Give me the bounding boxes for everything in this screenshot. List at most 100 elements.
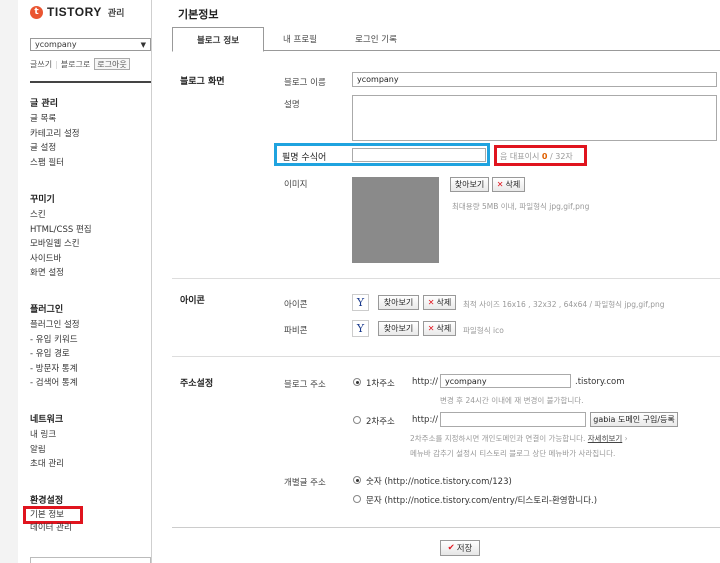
icon-label: 아이콘 xyxy=(284,300,308,310)
menu-item-plugin-settings[interactable]: 플러그인 설정 xyxy=(30,318,80,333)
secondary-address-radio[interactable] xyxy=(353,416,361,424)
menu-title: 플러그인 xyxy=(30,305,64,315)
domain-suffix: .tistory.com xyxy=(575,377,625,387)
menu-item-screen-settings[interactable]: 화면 설정 xyxy=(30,266,92,281)
menu-item-skin[interactable]: 스킨 xyxy=(30,208,92,223)
quick-links: 글쓰기 | 블로그로 로그아웃 xyxy=(30,58,130,70)
blog-image-preview xyxy=(352,177,439,263)
menu-item-inflow-paths[interactable]: - 유입 경로 xyxy=(30,347,80,362)
menu-item-sidebar[interactable]: 사이드바 xyxy=(30,252,92,267)
favicon-delete-button[interactable]: ✕ 삭제 xyxy=(423,321,456,336)
chevron-down-icon: ▼ xyxy=(140,40,146,49)
post-number-radio[interactable] xyxy=(353,476,361,484)
section-divider xyxy=(172,356,720,357)
blog-address-label: 블로그 주소 xyxy=(284,380,326,390)
sidebar-gutter xyxy=(0,0,18,563)
gabia-domain-button[interactable]: gabia 도메인 구입/등록 xyxy=(590,412,678,427)
save-button[interactable]: ✔ 저장 xyxy=(440,540,480,556)
close-icon: ✕ xyxy=(427,298,435,307)
logo-subtitle: 관리 xyxy=(107,8,125,19)
logout-button[interactable]: 로그아웃 xyxy=(94,58,130,70)
menu-item-html-css[interactable]: HTML/CSS 편집 xyxy=(30,223,92,238)
nickname-label: 필명 수식어 xyxy=(282,153,327,163)
close-icon: ✕ xyxy=(427,324,435,333)
http-prefix: http:// xyxy=(412,377,439,387)
favicon-hint: 파일형식 ico xyxy=(463,326,504,335)
post-address-label: 개별글 주소 xyxy=(284,478,326,488)
primary-address-hint: 변경 후 24시간 이내에 재 변경이 불가합니다. xyxy=(440,396,584,405)
close-icon: ✕ xyxy=(496,180,504,189)
primary-address-input[interactable]: ycompany xyxy=(440,374,571,388)
menu-item-basic-info[interactable]: 기본 정보 xyxy=(23,506,83,524)
description-label: 설명 xyxy=(284,100,300,110)
menu-item-spam-filter[interactable]: 스팸 필터 xyxy=(30,156,80,171)
blog-name-input[interactable]: ycompany xyxy=(352,72,717,87)
delete-label: 삭제 xyxy=(505,180,521,189)
menu-item-invites[interactable]: 초대 관리 xyxy=(30,457,64,472)
menu-item-inflow-keywords[interactable]: - 유입 키워드 xyxy=(30,333,80,348)
favicon-find-button[interactable]: 찾아보기 xyxy=(378,321,419,336)
nickname-char-counter: 음 대표이시 0 / 32자 xyxy=(500,151,573,162)
write-link[interactable]: 글쓰기 xyxy=(30,59,52,70)
secondary-address-label: 2차주소 xyxy=(366,417,395,427)
menu-group-network: 네트워크 내 링크 알림 초대 관리 xyxy=(30,412,64,472)
go-to-blog-link[interactable]: 블로그로 xyxy=(61,59,90,70)
section-blog-screen: 블로그 화면 xyxy=(180,77,225,87)
menu-item-category[interactable]: 카테고리 설정 xyxy=(30,127,80,142)
menu-title: 글 관리 xyxy=(30,99,58,109)
page-title: 기본정보 xyxy=(178,8,219,21)
menu-title: 환경설정 xyxy=(30,496,64,506)
image-find-button[interactable]: 찾아보기 xyxy=(450,177,489,192)
menu-title: 네트워크 xyxy=(30,415,64,425)
icon-find-button[interactable]: 찾아보기 xyxy=(378,295,419,310)
tistory-logo-icon: t xyxy=(30,5,43,19)
menu-group-posts: 글 관리 글 목록 카테고리 설정 글 설정 스팸 필터 xyxy=(30,96,80,170)
check-icon: ✔ xyxy=(447,543,455,553)
counter-suffix: / 32자 xyxy=(547,152,573,161)
secondary-address-input[interactable] xyxy=(440,412,586,427)
blog-name-label: 블로그 이름 xyxy=(284,78,326,88)
blog-select[interactable]: ycompany ▼ xyxy=(30,38,151,51)
menu-item-post-list[interactable]: 글 목록 xyxy=(30,112,80,127)
menu-item-my-links[interactable]: 내 링크 xyxy=(30,428,64,443)
post-text-radio[interactable] xyxy=(353,495,361,503)
save-label: 저장 xyxy=(456,544,473,554)
secondary-address-hint: 2차주소를 지정하시면 개인도메인과 연결이 가능합니다. 자세히보기 › xyxy=(410,434,628,443)
details-link[interactable]: 자세히보기 xyxy=(588,434,623,443)
image-label: 이미지 xyxy=(284,180,308,190)
icon-delete-button[interactable]: ✕ 삭제 xyxy=(423,295,456,310)
sidebar: t TISTORY 관리 ycompany ▼ 글쓰기 | 블로그로 로그아웃 … xyxy=(18,0,152,563)
menu-item-data-management[interactable]: 데이터 관리 xyxy=(30,521,80,536)
favicon-preview: Y xyxy=(352,320,369,337)
blog-select-value: ycompany xyxy=(35,40,77,49)
form-bottom-divider xyxy=(172,527,720,528)
menu-item-post-settings[interactable]: 글 설정 xyxy=(30,141,80,156)
sidebar-bottom-box xyxy=(30,557,151,563)
section-icon: 아이콘 xyxy=(180,296,205,306)
http-prefix: http:// xyxy=(412,415,439,425)
menu-item-visitor-stats[interactable]: - 방문자 통계 xyxy=(30,362,80,377)
menubar-hint: 메뉴바 감추기 설정시 티스토리 블로그 상단 메뉴바가 사라집니다. xyxy=(410,449,616,458)
image-delete-button[interactable]: ✕ 삭제 xyxy=(492,177,525,192)
tab-blog-info[interactable]: 블로그 정보 xyxy=(172,27,264,52)
description-textarea[interactable] xyxy=(352,95,717,141)
menu-title: 꾸미기 xyxy=(30,195,55,205)
post-text-option: 문자 (http://notice.tistory.com/entry/티스토리… xyxy=(366,496,598,506)
counter-prefix: 음 대표이시 xyxy=(500,152,540,161)
menu-item-mobile-skin[interactable]: 모바일웹 스킨 xyxy=(30,237,92,252)
menu-group-decorate: 꾸미기 스킨 HTML/CSS 편집 모바일웹 스킨 사이드바 화면 설정 xyxy=(30,192,92,281)
primary-address-radio[interactable] xyxy=(353,378,361,386)
image-hint: 최대용량 5MB 이내, 파일형식 jpg,gif,png xyxy=(452,202,590,211)
favicon-label: 파비콘 xyxy=(284,326,308,336)
blog-icon-preview: Y xyxy=(352,294,369,311)
tistory-logo[interactable]: t TISTORY 관리 xyxy=(30,5,124,19)
nickname-input[interactable] xyxy=(352,148,486,162)
icon-hint: 최적 사이즈 16x16 , 32x32 , 64x64 / 파일형식 jpg,… xyxy=(463,300,665,309)
tab-my-profile[interactable]: 내 프로필 xyxy=(264,27,336,51)
primary-address-label: 1차주소 xyxy=(366,379,395,389)
tab-login-history[interactable]: 로그인 기록 xyxy=(336,27,416,51)
menu-item-search-stats[interactable]: - 검색어 통계 xyxy=(30,376,80,391)
admin-page: t TISTORY 관리 ycompany ▼ 글쓰기 | 블로그로 로그아웃 … xyxy=(0,0,720,563)
menu-item-notifications[interactable]: 알림 xyxy=(30,443,64,458)
delete-label: 삭제 xyxy=(436,324,452,333)
